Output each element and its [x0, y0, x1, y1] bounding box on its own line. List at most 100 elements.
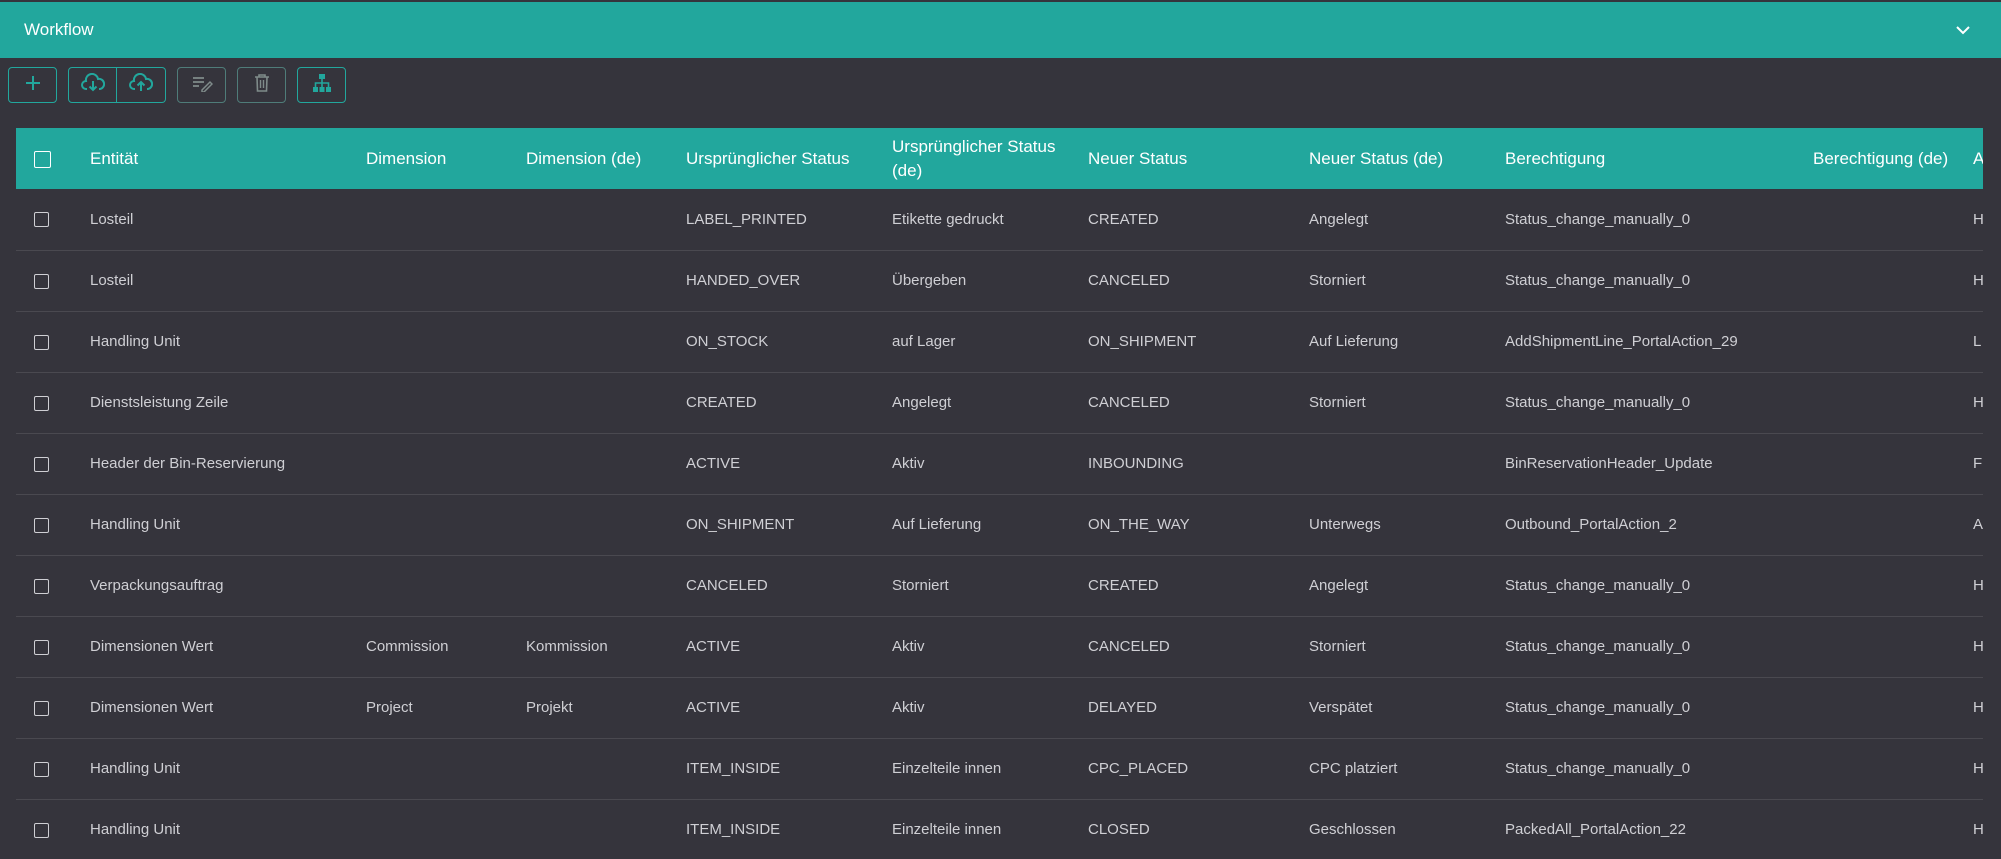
table-cell [520, 433, 680, 494]
table-cell: ITEM_INSIDE [686, 760, 781, 777]
table-cell: INBOUNDING [1088, 455, 1184, 472]
table-cell: ON_SHIPMENT [1088, 333, 1197, 350]
table-cell: Unterwegs [1309, 516, 1381, 533]
table-cell [520, 189, 680, 250]
table-cell: PackedAll_PortalAction_22 [1505, 821, 1686, 838]
row-checkbox-cell [16, 372, 84, 433]
table-cell [520, 494, 680, 555]
table-cell: Übergeben [892, 272, 967, 289]
table-row[interactable]: Handling Unit ITEM_INSIDE Einzelteile in… [16, 799, 1983, 859]
table-row[interactable]: Losteil LABEL_PRINTED Etikette gedruckt … [16, 189, 1983, 250]
row-checkbox[interactable] [34, 334, 49, 350]
table-cell [360, 311, 520, 372]
table-row[interactable]: Header der Bin-Reservierung ACTIVE Aktiv… [16, 433, 1983, 494]
table-cell: CREATED [1088, 577, 1159, 594]
table-cell: HANDED_OVER [686, 272, 801, 289]
table-cell [520, 799, 680, 859]
table-cell [360, 250, 520, 311]
workflow-app: Workflow Entität Dimension Dimension (de… [0, 0, 2001, 859]
column-header[interactable]: Neuer Status [1082, 128, 1303, 189]
table-cell: Einzelteile innen [892, 760, 1002, 777]
table-cell [360, 189, 520, 250]
table-cell [1807, 372, 1967, 433]
table-cell: Aktiv [892, 699, 925, 716]
table-cell: Status_change_manually_0 [1505, 210, 1691, 228]
column-header[interactable]: Ursprünglicher Status [680, 128, 886, 189]
row-checkbox-cell [16, 799, 84, 859]
column-header[interactable]: Berechtigung [1499, 128, 1807, 189]
row-checkbox[interactable] [34, 822, 49, 838]
table-cell [360, 494, 520, 555]
table-cell: BinReservationHeader_Update [1505, 455, 1713, 472]
table-cell: ACTIVE [686, 638, 741, 655]
table-cell: Handling Unit [90, 760, 181, 777]
table-cell: Commission [366, 638, 449, 655]
chevron-down-icon[interactable] [1949, 16, 1977, 44]
row-checkbox[interactable] [34, 212, 49, 228]
row-checkbox[interactable] [34, 700, 49, 716]
table-cell: ITEM_INSIDE [686, 821, 781, 838]
row-checkbox[interactable] [34, 517, 49, 533]
row-checkbox-cell [16, 555, 84, 616]
table-cell [1807, 616, 1967, 677]
delete-button[interactable] [237, 67, 286, 103]
table-cell [1303, 433, 1499, 494]
hierarchy-button[interactable] [297, 67, 346, 103]
table-row[interactable]: Dienstsleistung Zeile CREATED Angelegt C… [16, 372, 1983, 433]
edit-button[interactable] [177, 67, 226, 103]
add-button[interactable] [8, 67, 57, 103]
table-cell: Status_change_manually_0 [1505, 577, 1691, 594]
table-row[interactable]: Handling Unit ON_SHIPMENT Auf Lieferung … [16, 494, 1983, 555]
table-cell [1807, 799, 1967, 859]
table-cell: ON_SHIPMENT [686, 516, 795, 533]
row-checkbox-cell [16, 189, 84, 250]
column-header[interactable]: Dimension (de) [520, 128, 680, 189]
table-cell: LABEL_PRINTED [686, 210, 807, 228]
table-cell [360, 799, 520, 859]
toolbar [8, 67, 346, 103]
row-checkbox[interactable] [34, 578, 49, 594]
upload-button[interactable] [117, 67, 166, 103]
table-cell: CPC_PLACED [1088, 760, 1189, 777]
row-checkbox[interactable] [34, 639, 49, 655]
table-cell [1807, 677, 1967, 738]
table-cell: Storniert [1309, 394, 1366, 411]
edit-list-icon [191, 74, 213, 97]
column-header[interactable]: Dimension [360, 128, 520, 189]
table-cell [1807, 250, 1967, 311]
row-checkbox[interactable] [34, 456, 49, 472]
download-button[interactable] [68, 67, 117, 103]
select-all-checkbox[interactable] [34, 150, 51, 168]
import-export-group [68, 67, 166, 103]
workflow-panel-header[interactable]: Workflow [0, 2, 2001, 58]
table-row[interactable]: Losteil HANDED_OVER Übergeben CANCELED S… [16, 250, 1983, 311]
table-cell: ACTIVE [686, 455, 741, 472]
row-checkbox[interactable] [34, 273, 49, 289]
table-row[interactable]: Handling Unit ITEM_INSIDE Einzelteile in… [16, 738, 1983, 799]
table-row[interactable]: Dimensionen Wert Commission Kommission A… [16, 616, 1983, 677]
table-cell: Auf Lieferung [1309, 333, 1399, 350]
column-header[interactable]: Ursprünglicher Status (de) [886, 128, 1082, 189]
table-cell: Status_change_manually_0 [1505, 272, 1691, 289]
table-cell [520, 555, 680, 616]
table-cell: Status_change_manually_0 [1505, 699, 1691, 716]
column-header[interactable]: A [1967, 128, 1983, 189]
row-checkbox[interactable] [34, 395, 49, 411]
table-cell: H [1973, 699, 1983, 716]
table-row[interactable]: Verpackungsauftrag CANCELED Storniert CR… [16, 555, 1983, 616]
column-header[interactable]: Berechtigung (de) [1807, 128, 1967, 189]
table-row[interactable]: Handling Unit ON_STOCK auf Lager ON_SHIP… [16, 311, 1983, 372]
column-header[interactable]: Neuer Status (de) [1303, 128, 1499, 189]
table-cell: H [1973, 272, 1983, 289]
table-cell: Storniert [1309, 272, 1366, 289]
table-cell: Einzelteile innen [892, 821, 1002, 838]
cloud-upload-icon [129, 72, 154, 98]
column-header[interactable]: Entität [84, 128, 360, 189]
table-cell: AddShipmentLine_PortalAction_29 [1505, 333, 1738, 350]
table-cell: Status_change_manually_0 [1505, 638, 1691, 655]
row-checkbox[interactable] [34, 761, 49, 777]
table-row[interactable]: Dimensionen Wert Project Projekt ACTIVE … [16, 677, 1983, 738]
table-cell: Status_change_manually_0 [1505, 394, 1691, 411]
table-cell: F [1973, 455, 1983, 472]
table-cell [360, 555, 520, 616]
